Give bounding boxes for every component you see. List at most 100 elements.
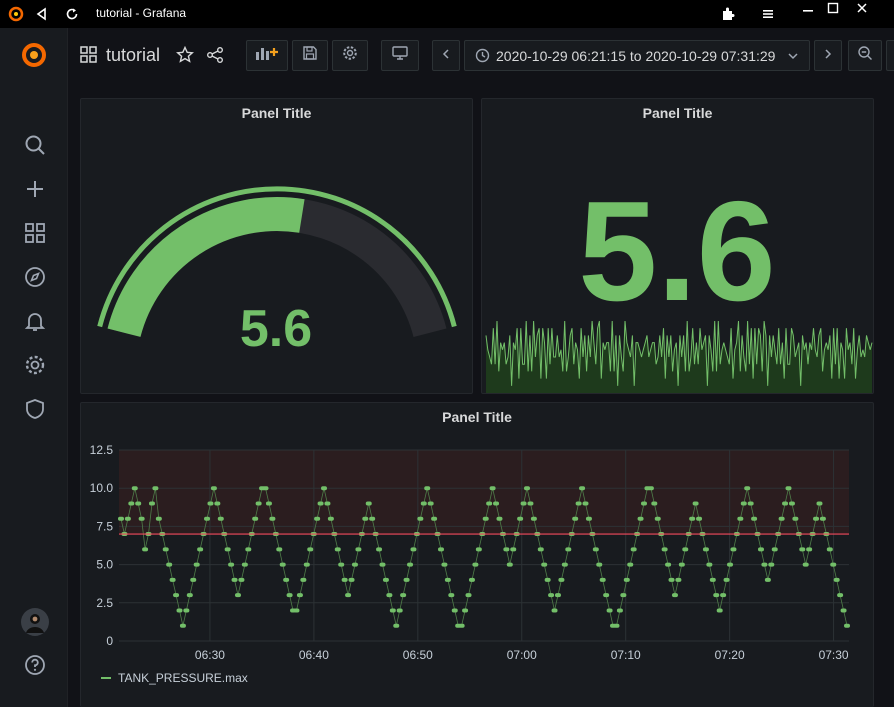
data-point (778, 516, 785, 521)
data-point (234, 593, 241, 598)
data-point (709, 577, 716, 582)
time-series-graph[interactable]: 12.5 10.0 7.5 5.0 2.5 0 06:30 06:40 06:50 07:00 07… (81, 403, 874, 663)
data-point (554, 593, 561, 598)
data-point (761, 562, 768, 567)
data-point (444, 577, 451, 582)
data-point (596, 562, 603, 567)
legend-series-name[interactable]: TANK_PRESSURE.max (118, 671, 248, 685)
graph-panel[interactable]: Panel Title 12.5 10.0 7.5 5.0 2.5 0 06:30 06:40… (80, 402, 874, 707)
data-point (231, 577, 238, 582)
data-point (486, 501, 493, 506)
data-point (204, 516, 211, 521)
sidebar (0, 28, 68, 707)
data-point (207, 501, 214, 506)
help-icon[interactable] (22, 652, 48, 678)
data-point (186, 593, 193, 598)
explore-compass-icon[interactable] (22, 264, 48, 290)
data-point (179, 623, 186, 628)
gauge-panel[interactable]: Panel Title 5.6 (80, 98, 473, 394)
data-point (651, 501, 658, 506)
zoom-out-icon (857, 45, 873, 66)
data-point (138, 516, 145, 521)
dashboard-title[interactable]: tutorial (106, 45, 160, 66)
data-point (300, 577, 307, 582)
data-point (410, 547, 417, 552)
data-point (255, 501, 262, 506)
data-point (537, 547, 544, 552)
y-tick-label: 7.5 (96, 519, 113, 533)
data-point (468, 577, 475, 582)
user-avatar[interactable] (21, 608, 49, 636)
data-point (524, 486, 531, 491)
data-point (183, 608, 190, 613)
data-point (482, 516, 489, 521)
data-point (654, 516, 661, 521)
reload-icon[interactable] (62, 4, 82, 24)
graph-legend[interactable]: TANK_PRESSURE.max (101, 671, 248, 685)
data-point (623, 577, 630, 582)
data-point (730, 547, 737, 552)
data-point (362, 516, 369, 521)
menu-icon[interactable] (758, 4, 778, 24)
data-point (627, 562, 634, 567)
data-point (217, 516, 224, 521)
configuration-gear-icon[interactable] (22, 352, 48, 378)
y-tick-label: 5.0 (96, 558, 113, 572)
maximize-icon[interactable] (823, 0, 843, 18)
data-point (324, 501, 331, 506)
share-icon[interactable] (206, 46, 224, 69)
extensions-icon[interactable] (718, 4, 738, 24)
time-forward-button[interactable] (814, 40, 842, 71)
dashboard-settings-button[interactable] (332, 40, 368, 71)
data-point (351, 562, 358, 567)
refresh-button-partial[interactable] (886, 40, 894, 71)
data-point (616, 608, 623, 613)
stat-panel[interactable]: Panel Title 5.6 (481, 98, 874, 394)
data-point (740, 501, 747, 506)
alerting-bell-icon[interactable] (22, 308, 48, 334)
minimize-icon[interactable] (798, 0, 818, 18)
search-icon[interactable] (22, 132, 48, 158)
plus-icon[interactable] (22, 176, 48, 202)
data-point (190, 577, 197, 582)
gauge-value: 5.6 (239, 300, 313, 358)
x-tick-label: 06:40 (299, 648, 329, 662)
tv-mode-icon (391, 45, 409, 66)
data-point (692, 501, 699, 506)
data-point (338, 562, 345, 567)
data-point (630, 547, 637, 552)
data-point (166, 562, 173, 567)
tv-mode-button[interactable] (381, 40, 419, 71)
time-back-button[interactable] (432, 40, 460, 71)
add-panel-button[interactable] (246, 40, 288, 71)
time-range-picker[interactable]: 2020-10-29 06:21:15 to 2020-10-29 07:31:… (464, 40, 810, 71)
x-tick-label: 07:10 (611, 648, 641, 662)
save-dashboard-button[interactable] (292, 40, 328, 71)
back-icon[interactable] (32, 4, 52, 24)
time-range-label: 2020-10-29 06:21:15 to 2020-10-29 07:31:… (496, 47, 776, 64)
zoom-out-button[interactable] (848, 40, 882, 71)
data-point (579, 486, 586, 491)
data-point (582, 501, 589, 506)
data-point (462, 608, 469, 613)
data-point (727, 562, 734, 567)
data-point (640, 501, 647, 506)
data-point (355, 547, 362, 552)
star-icon[interactable] (176, 45, 194, 69)
server-admin-shield-icon[interactable] (22, 396, 48, 422)
data-point (334, 547, 341, 552)
data-point (603, 593, 610, 598)
data-point (713, 593, 720, 598)
data-point (613, 623, 620, 628)
dashboards-grid-icon[interactable] (22, 220, 48, 246)
data-point (142, 547, 149, 552)
data-point (262, 486, 269, 491)
close-icon[interactable] (852, 0, 872, 18)
data-point (723, 577, 730, 582)
grafana-home-logo-icon[interactable] (18, 39, 50, 71)
y-tick-label: 10.0 (90, 481, 114, 495)
data-point (369, 516, 376, 521)
data-point (520, 501, 527, 506)
data-point (840, 608, 847, 613)
data-point (517, 516, 524, 521)
